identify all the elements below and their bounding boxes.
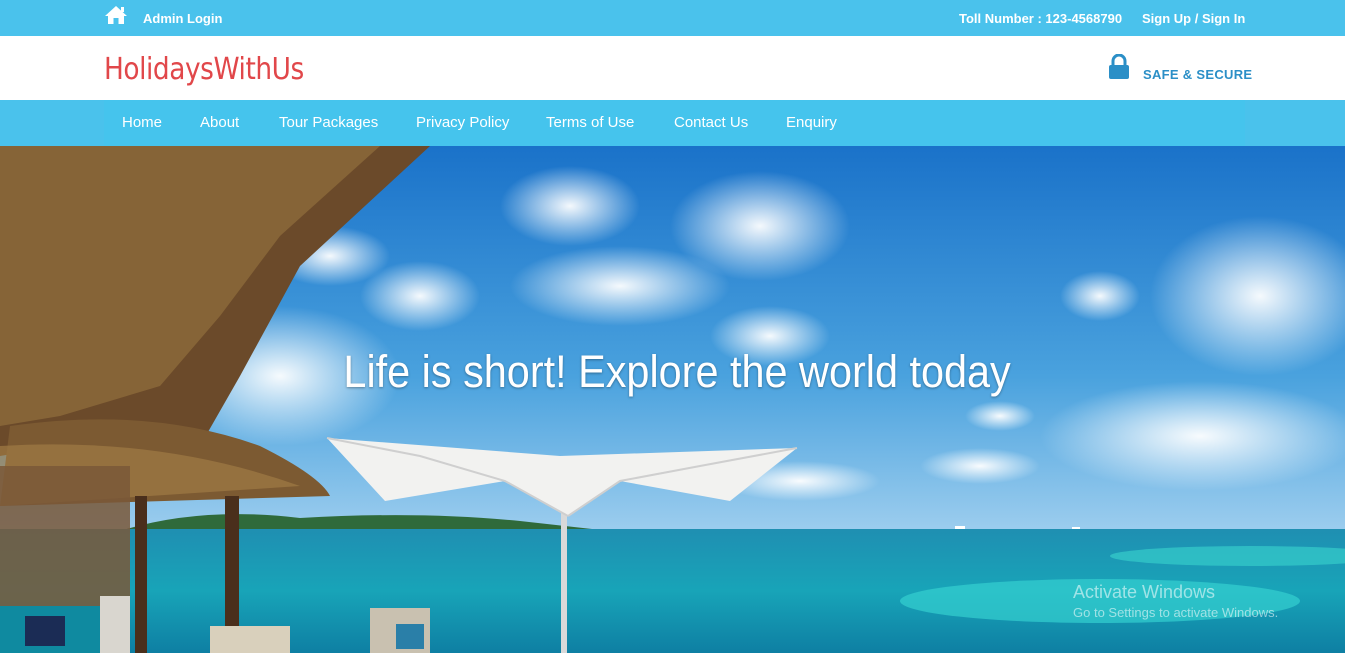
- nav-item-home[interactable]: Home: [122, 114, 162, 131]
- hero-background-image: [0, 146, 1345, 653]
- nav-item-tour-packages[interactable]: Tour Packages: [279, 114, 378, 131]
- safe-secure-label: SAFE & SECURE: [1143, 67, 1253, 82]
- signup-signin-link[interactable]: Sign Up / Sign In: [1142, 11, 1245, 26]
- hero-banner: Life is short! Explore the world today A…: [0, 146, 1345, 653]
- nav-item-terms-of-use[interactable]: Terms of Use: [546, 114, 634, 131]
- watermark-title: Activate Windows: [1073, 582, 1216, 602]
- home-icon[interactable]: [104, 5, 128, 25]
- lock-icon: [1109, 54, 1129, 79]
- site-header: HolidaysWithUs SAFE & SECURE: [0, 36, 1345, 100]
- activate-windows-watermark: Activate Windows Go to Settings to activ…: [1073, 582, 1278, 620]
- nav-item-enquiry[interactable]: Enquiry: [786, 114, 837, 131]
- hero-title: Life is short! Explore the world today: [343, 346, 1011, 397]
- main-nav-inner: Home About Tour Packages Privacy Policy …: [104, 100, 1245, 146]
- nav-item-about[interactable]: About: [200, 114, 239, 131]
- watermark-subtitle: Go to Settings to activate Windows.: [1073, 605, 1279, 620]
- nav-item-privacy-policy[interactable]: Privacy Policy: [416, 114, 509, 131]
- admin-login-link[interactable]: Admin Login: [143, 11, 222, 26]
- toll-number: Toll Number : 123-4568790: [959, 11, 1123, 26]
- brand-logo[interactable]: HolidaysWithUs: [104, 52, 304, 87]
- top-bar: Admin Login Toll Number : 123-4568790 Si…: [0, 0, 1345, 36]
- main-nav: Home About Tour Packages Privacy Policy …: [0, 100, 1345, 146]
- nav-item-contact-us[interactable]: Contact Us: [674, 114, 748, 131]
